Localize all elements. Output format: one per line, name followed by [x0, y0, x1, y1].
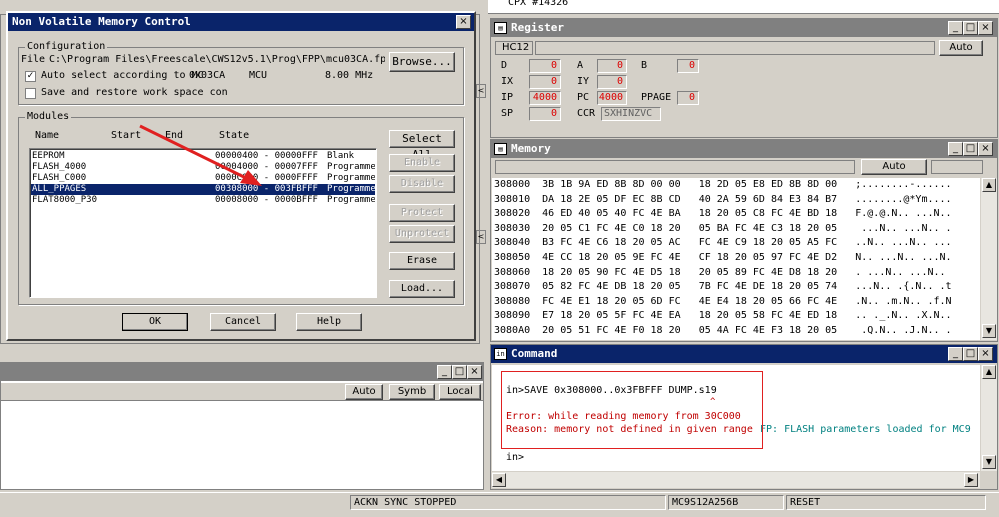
- annotation-arrow: [139, 124, 262, 186]
